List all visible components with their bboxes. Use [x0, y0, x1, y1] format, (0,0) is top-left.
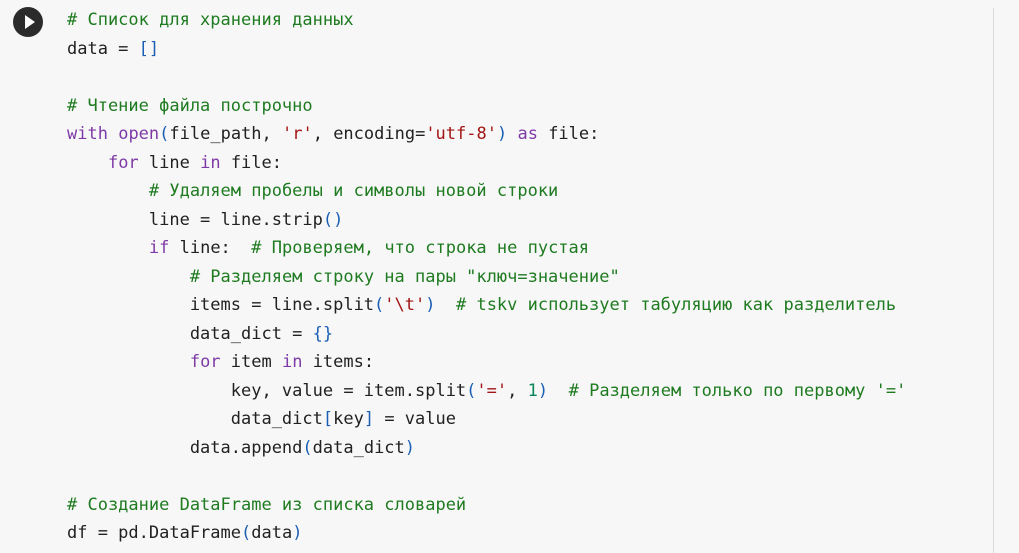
code-line[interactable] — [67, 63, 906, 92]
code-line[interactable]: data.append(data_dict) — [67, 434, 906, 463]
code-line[interactable]: for line in file: — [67, 149, 906, 178]
code-line[interactable]: with open(file_path, 'r', encoding='utf-… — [67, 120, 906, 149]
code-line[interactable]: data_dict = {} — [67, 320, 906, 349]
code-cell: # Список для хранения данных data = [] # … — [0, 0, 1019, 553]
code-line[interactable]: items = line.split('\t') # tskv использу… — [67, 291, 906, 320]
run-cell-button[interactable] — [13, 7, 43, 37]
code-line[interactable]: key, value = item.split('=', 1) # Раздел… — [67, 377, 907, 406]
code-text[interactable]: # Список для хранения данных data = [] # … — [67, 6, 906, 548]
code-line[interactable] — [67, 462, 906, 491]
code-line[interactable]: for item in items: — [67, 348, 906, 377]
code-line[interactable]: # Чтение файла построчно — [67, 92, 906, 121]
code-line[interactable]: # Разделяем строку на пары "ключ=значени… — [67, 263, 906, 292]
code-line[interactable]: data = [] — [67, 35, 906, 64]
code-line[interactable]: if line: # Проверяем, что строка не пуст… — [67, 234, 906, 263]
code-line[interactable]: data_dict[key] = value — [67, 405, 906, 434]
code-line[interactable]: # Список для хранения данных — [67, 6, 906, 35]
editor-scrollbar[interactable] — [993, 8, 994, 553]
code-line[interactable]: df = pd.DataFrame(data) — [67, 519, 906, 548]
code-line[interactable]: # Удаляем пробелы и символы новой строки — [67, 177, 906, 206]
code-line[interactable]: # Создание DataFrame из списка словарей — [67, 491, 906, 520]
code-line[interactable]: line = line.strip() — [67, 206, 906, 235]
